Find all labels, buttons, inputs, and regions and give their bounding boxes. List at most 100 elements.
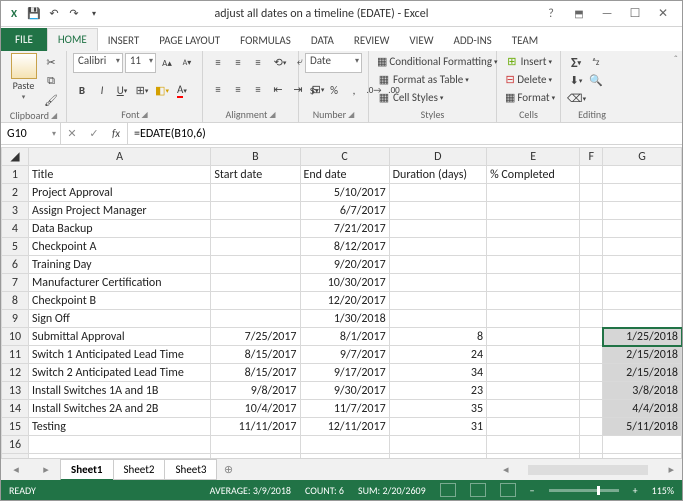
cell-G3[interactable] <box>603 202 682 220</box>
cell-C2[interactable]: 5/10/2017 <box>300 184 389 202</box>
cell-A6[interactable]: Training Day <box>28 256 210 274</box>
cancel-formula-icon[interactable]: ✕ <box>61 127 83 140</box>
row-header-12[interactable]: 12 <box>2 364 29 382</box>
cell-G8[interactable] <box>603 292 682 310</box>
col-header-F[interactable]: F <box>580 148 603 166</box>
cell-B15[interactable]: 11/11/2017 <box>211 418 300 436</box>
close-icon[interactable]: ✕ <box>652 4 674 24</box>
row-header-5[interactable]: 5 <box>2 238 29 256</box>
number-format-select[interactable]: Date <box>305 53 362 73</box>
cell-F2[interactable] <box>580 184 603 202</box>
cell-F1[interactable] <box>580 166 603 184</box>
cell-styles-button[interactable]: ▦Cell Styles ▾ <box>375 90 490 106</box>
cell-E12[interactable] <box>487 364 580 382</box>
tab-home[interactable]: HOME <box>47 28 98 51</box>
fx-icon[interactable]: fx <box>105 127 127 140</box>
maximize-icon[interactable]: ☐ <box>624 4 646 24</box>
cell-E16[interactable] <box>487 436 580 454</box>
tab-data[interactable]: DATA <box>301 30 344 51</box>
cell-C1[interactable]: End date <box>300 166 389 184</box>
tab-view[interactable]: VIEW <box>399 30 443 51</box>
cell-G1[interactable] <box>603 166 682 184</box>
cell-C14[interactable]: 11/7/2017 <box>300 400 389 418</box>
format-cells-button[interactable]: ▦Format▾ <box>503 90 554 106</box>
cell-G15[interactable]: 5/11/2018 <box>603 418 682 436</box>
align-center-icon[interactable]: ≡ <box>229 81 247 99</box>
format-as-table-button[interactable]: ▦Format as Table ▾ <box>375 71 490 87</box>
fill-icon[interactable]: ⬇▾ <box>567 71 585 89</box>
cell-F9[interactable] <box>580 310 603 328</box>
qat-redo-icon[interactable]: ↷ <box>65 5 83 23</box>
collapse-ribbon-icon[interactable]: ˆ <box>674 53 678 66</box>
cell-E4[interactable] <box>487 220 580 238</box>
cell-G6[interactable] <box>603 256 682 274</box>
zoom-slider[interactable] <box>549 489 619 492</box>
cell-A1[interactable]: Title <box>28 166 210 184</box>
cell-D9[interactable] <box>389 310 486 328</box>
cell-G12[interactable]: 2/15/2018 <box>603 364 682 382</box>
underline-icon[interactable]: U▾ <box>113 82 131 100</box>
tab-insert[interactable]: INSERT <box>98 30 150 51</box>
cell-A8[interactable]: Checkpoint B <box>28 292 210 310</box>
cell-F13[interactable] <box>580 382 603 400</box>
cell-B16[interactable] <box>211 436 300 454</box>
qat-undo-icon[interactable]: ↶ <box>45 5 63 23</box>
cell-F11[interactable] <box>580 346 603 364</box>
sheet-tab-2[interactable]: Sheet2 <box>113 459 166 480</box>
align-right-icon[interactable]: ≡ <box>249 81 267 99</box>
font-name-select[interactable]: Calibri <box>73 53 123 73</box>
qat-customize-icon[interactable]: ▾ <box>85 5 103 23</box>
cell-D4[interactable] <box>389 220 486 238</box>
row-header-13[interactable]: 13 <box>2 382 29 400</box>
view-page-layout-icon[interactable] <box>470 483 486 497</box>
zoom-in-icon[interactable]: + <box>633 484 638 497</box>
clear-icon[interactable]: ⌫▾ <box>567 90 586 108</box>
cell-A4[interactable]: Data Backup <box>28 220 210 238</box>
cell-B14[interactable]: 10/4/2017 <box>211 400 300 418</box>
zoom-out-icon[interactable]: − <box>530 484 535 497</box>
align-top-icon[interactable]: ≡ <box>209 53 227 71</box>
cell-G5[interactable] <box>603 238 682 256</box>
cell-A9[interactable]: Sign Off <box>28 310 210 328</box>
cell-C16[interactable] <box>300 436 389 454</box>
cell-C5[interactable]: 8/12/2017 <box>300 238 389 256</box>
cell-F6[interactable] <box>580 256 603 274</box>
cell-A12[interactable]: Switch 2 Anticipated Lead Time <box>28 364 210 382</box>
cell-F10[interactable] <box>580 328 603 346</box>
cell-E7[interactable] <box>487 274 580 292</box>
cell-A5[interactable]: Checkpoint A <box>28 238 210 256</box>
cell-E9[interactable] <box>487 310 580 328</box>
cell-F15[interactable] <box>580 418 603 436</box>
cell-A13[interactable]: Install Switches 1A and 1B <box>28 382 210 400</box>
cell-B4[interactable] <box>211 220 300 238</box>
cell-G4[interactable] <box>603 220 682 238</box>
sheet-tab-3[interactable]: Sheet3 <box>164 459 217 480</box>
cell-D10[interactable]: 8 <box>389 328 486 346</box>
cell-C8[interactable]: 12/20/2017 <box>300 292 389 310</box>
find-select-icon[interactable]: 🔍 <box>587 71 605 89</box>
cell-F8[interactable] <box>580 292 603 310</box>
cell-B5[interactable] <box>211 238 300 256</box>
col-header-E[interactable]: E <box>487 148 580 166</box>
row-header-10[interactable]: 10 <box>2 328 29 346</box>
font-launcher-icon[interactable]: ◢ <box>142 110 148 120</box>
cell-B7[interactable] <box>211 274 300 292</box>
cell-F5[interactable] <box>580 238 603 256</box>
cell-D11[interactable]: 24 <box>389 346 486 364</box>
font-color-icon[interactable]: A▾ <box>173 82 191 100</box>
cell-B2[interactable] <box>211 184 300 202</box>
tab-review[interactable]: REVIEW <box>344 30 400 51</box>
clipboard-launcher-icon[interactable]: ◢ <box>51 111 57 121</box>
worksheet-grid[interactable]: ◢ABCDEFG1TitleStart dateEnd dateDuration… <box>1 147 682 458</box>
cell-F3[interactable] <box>580 202 603 220</box>
cell-C4[interactable]: 7/21/2017 <box>300 220 389 238</box>
row-header-1[interactable]: 1 <box>2 166 29 184</box>
cell-G2[interactable] <box>603 184 682 202</box>
row-header-8[interactable]: 8 <box>2 292 29 310</box>
cell-G14[interactable]: 4/4/2018 <box>603 400 682 418</box>
sheet-tab-1[interactable]: Sheet1 <box>60 459 114 481</box>
tab-page-layout[interactable]: PAGE LAYOUT <box>149 30 230 51</box>
fill-color-icon[interactable]: ◧▾ <box>153 82 171 100</box>
cell-G7[interactable] <box>603 274 682 292</box>
cell-B11[interactable]: 8/15/2017 <box>211 346 300 364</box>
